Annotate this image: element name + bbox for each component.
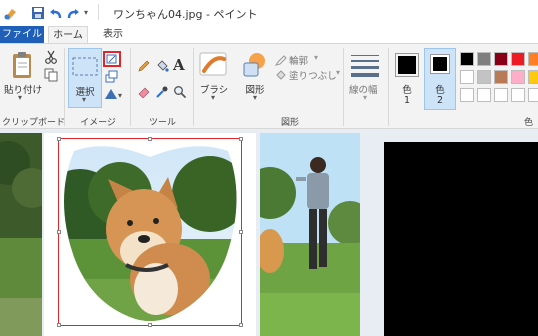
clipboard-group-label: クリップボード [2, 118, 66, 128]
selection-rectangle[interactable] [58, 138, 242, 326]
resize-icon[interactable] [105, 70, 119, 83]
color2-label: 色 [435, 85, 445, 96]
color1-button[interactable]: 色 1 [393, 50, 421, 110]
shapes-dropdown-icon[interactable]: ▾ [253, 93, 257, 102]
selection-handle[interactable] [57, 323, 61, 327]
color-picker-icon[interactable] [155, 85, 169, 99]
palette-swatch[interactable] [528, 52, 538, 66]
line-width-dropdown-icon[interactable]: ▾ [363, 93, 367, 102]
palette-swatch[interactable] [460, 70, 474, 84]
selection-handle[interactable] [148, 137, 152, 141]
color2-swatch [430, 54, 450, 74]
select-button[interactable]: 選択 ▾ [68, 48, 102, 108]
rotate-icon[interactable]: ▾ [104, 87, 124, 100]
fill-dropdown-icon[interactable]: ▾ [336, 68, 340, 77]
group-separator [64, 48, 65, 126]
shapes-button[interactable] [241, 51, 269, 79]
palette-swatch[interactable] [494, 52, 508, 66]
group-separator [343, 48, 344, 126]
cut-icon[interactable] [44, 50, 58, 64]
black-canvas-region [384, 142, 538, 336]
outline-icon[interactable] [274, 54, 287, 66]
copy-icon[interactable] [44, 68, 58, 82]
fill-label[interactable]: 塗りつぶし [289, 68, 337, 82]
tab-file[interactable]: ファイル [0, 26, 44, 43]
paint-app-icon[interactable] [3, 6, 17, 20]
select-rectangle-icon [72, 57, 98, 76]
color1-label: 色 [402, 85, 412, 96]
select-dropdown-icon: ▾ [82, 95, 87, 104]
outline-dropdown-icon[interactable]: ▾ [314, 53, 318, 62]
left-photo-strip [0, 133, 42, 336]
redo-icon[interactable] [66, 6, 80, 20]
group-separator [130, 48, 131, 126]
palette-swatch[interactable] [460, 52, 474, 66]
palette-swatch[interactable] [528, 88, 538, 102]
person-photo [260, 133, 360, 336]
crop-button[interactable] [103, 51, 121, 67]
customize-quick-access-icon[interactable]: ▾ [84, 8, 88, 17]
shapes-group-label: 図形 [280, 118, 299, 128]
paste-icon [13, 52, 31, 78]
color2-number: 2 [436, 95, 444, 106]
group-separator [193, 48, 194, 126]
palette-swatch[interactable] [511, 88, 525, 102]
fill-bucket-icon[interactable] [155, 59, 169, 73]
color1-swatch [395, 53, 419, 77]
brushes-dropdown-icon[interactable]: ▾ [211, 93, 215, 102]
palette-swatch[interactable] [494, 88, 508, 102]
tools-group-label: ツール [148, 118, 176, 128]
palette-swatch[interactable] [494, 70, 508, 84]
tab-home[interactable]: ホーム [48, 26, 88, 43]
selection-handle[interactable] [239, 230, 243, 234]
palette-swatch[interactable] [511, 70, 525, 84]
brushes-button[interactable] [198, 51, 230, 79]
line-width-icon [351, 55, 379, 77]
eraser-icon[interactable] [137, 85, 151, 99]
palette-swatch[interactable] [528, 70, 538, 84]
svg-text:▾: ▾ [118, 91, 122, 100]
text-tool-icon[interactable]: A [173, 56, 185, 74]
selection-handle[interactable] [57, 137, 61, 141]
color2-button[interactable]: 色 2 [424, 48, 456, 110]
palette-swatch[interactable] [477, 70, 491, 84]
colors-group-label: 色 [524, 118, 534, 128]
paste-dropdown-icon[interactable]: ▾ [18, 93, 22, 102]
title-bar [0, 0, 538, 26]
fill-icon[interactable] [275, 69, 287, 81]
magnifier-icon[interactable] [173, 85, 187, 99]
line-width-button[interactable] [349, 53, 381, 79]
tab-view[interactable]: 表示 [93, 26, 133, 43]
palette-swatch[interactable] [477, 52, 491, 66]
save-icon[interactable] [31, 6, 45, 20]
crop-icon [106, 54, 117, 64]
undo-icon[interactable] [49, 6, 63, 20]
selection-handle[interactable] [239, 137, 243, 141]
brush-icon [199, 52, 227, 76]
window-title: ワンちゃん04.jpg - ペイント [113, 8, 258, 21]
paste-label: 貼り付け [3, 85, 42, 96]
pencil-icon[interactable] [137, 59, 151, 73]
palette-swatch[interactable] [460, 88, 474, 102]
selection-handle[interactable] [148, 323, 152, 327]
shapes-icon [243, 53, 265, 77]
selection-handle[interactable] [57, 230, 61, 234]
group-separator [388, 48, 389, 126]
selection-handle[interactable] [239, 323, 243, 327]
outline-label[interactable]: 輪郭 [289, 53, 308, 67]
palette-swatch[interactable] [511, 52, 525, 66]
image-group-label: イメージ [80, 118, 116, 128]
palette-swatch[interactable] [477, 88, 491, 102]
color1-number: 1 [403, 95, 411, 106]
title-separator [98, 4, 99, 20]
